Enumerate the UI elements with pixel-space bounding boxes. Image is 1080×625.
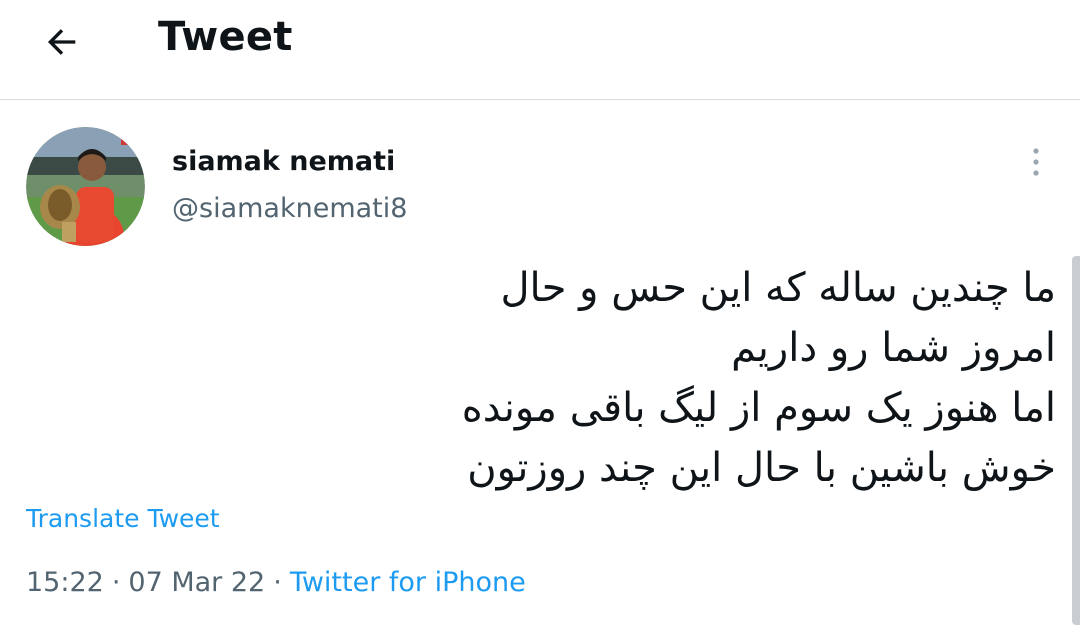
author-handle[interactable]: @siamaknemati8 [172, 193, 407, 224]
top-bar: Tweet [0, 0, 1080, 100]
user-avatar-image [26, 127, 145, 246]
tweet-date: 07 Mar 22 [128, 567, 266, 598]
arrow-left-icon [47, 29, 76, 55]
avatar[interactable] [26, 127, 145, 246]
more-options-button[interactable] [1018, 142, 1054, 182]
page-title: Tweet [158, 14, 293, 60]
scrollbar[interactable] [1072, 256, 1080, 625]
separator: · [111, 567, 121, 598]
author-display-name[interactable]: siamak nemati [172, 146, 395, 177]
tweet-line: ما چندین ساله که این حس و حال [500, 265, 1056, 311]
more-vertical-icon [1033, 148, 1039, 176]
translate-tweet-link[interactable]: Translate Tweet [26, 504, 220, 533]
separator: · [273, 567, 282, 598]
tweet-time: 15:22 [26, 567, 104, 598]
tweet-source-link[interactable]: Twitter for iPhone [290, 567, 526, 598]
tweet-meta: 15:22 · 07 Mar 22 · Twitter for iPhone [26, 567, 526, 598]
tweet-text: ما چندین ساله که این حس و حال امروز شما … [356, 258, 1056, 498]
tweet-line: خوش باشین با حال این چند روزتون [467, 445, 1056, 491]
back-button[interactable] [38, 18, 86, 66]
tweet-line: اما هنوز یک سوم از لیگ باقی مونده [461, 385, 1056, 431]
tweet-line: امروز شما رو داریم [731, 325, 1056, 371]
